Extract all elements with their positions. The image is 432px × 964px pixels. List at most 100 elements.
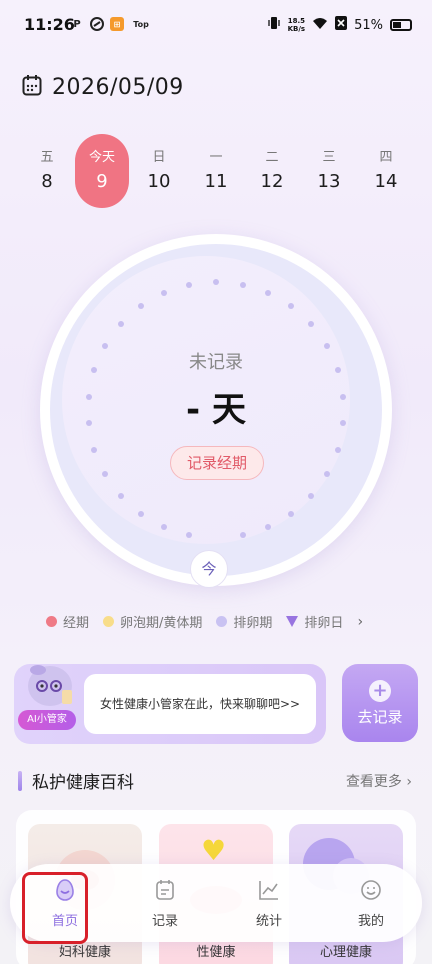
- battery-percent: 51%: [354, 17, 383, 33]
- net-speed-value: 18.5: [287, 17, 305, 25]
- ai-badge: AI小管家: [18, 710, 76, 730]
- cycle-day-dot: [239, 532, 246, 539]
- cycle-day-dot: [186, 532, 193, 539]
- nav-stats[interactable]: 统计: [232, 874, 306, 936]
- week-day-12[interactable]: 二 12: [245, 134, 299, 208]
- day-number: 13: [317, 171, 341, 192]
- week-day-10[interactable]: 日 10: [132, 134, 186, 208]
- ai-message[interactable]: 女性健康小管家在此，快来聊聊吧>>: [84, 674, 316, 734]
- cycle-day-dot: [117, 492, 124, 499]
- date-header[interactable]: 2026/05/09: [22, 74, 184, 100]
- cycle-day-dot: [117, 321, 124, 328]
- day-number: 12: [260, 171, 284, 192]
- weekday-label: 五: [40, 150, 54, 165]
- chevron-right-icon: ›: [357, 613, 364, 630]
- weekday-label: 一: [209, 150, 223, 165]
- week-day-today[interactable]: 今天 9: [75, 134, 129, 208]
- chevron-right-icon: ›: [406, 774, 412, 790]
- cycle-day-dot: [308, 321, 315, 328]
- calendar-note-icon: [153, 878, 177, 902]
- cycle-day-dot: [137, 303, 144, 310]
- wiki-card-label: 性健康: [196, 945, 236, 960]
- week-day-13[interactable]: 三 13: [302, 134, 356, 208]
- nav-record[interactable]: 记录: [128, 874, 202, 936]
- day-number: 8: [41, 171, 53, 192]
- weekday-label: 今天: [88, 150, 115, 165]
- cycle-day-dot: [334, 446, 341, 453]
- cycle-status: 未记录: [189, 352, 243, 373]
- week-strip: 五 8 今天 9 日 10 一 11 二 12 三 13 四 14: [18, 134, 414, 208]
- sim-blocked-icon: [335, 16, 348, 34]
- chart-icon: [257, 878, 281, 902]
- cycle-day-dot: [91, 446, 98, 453]
- period-dot-icon: [46, 616, 57, 627]
- status-right: 18.5 KB/s 51%: [267, 16, 412, 34]
- net-speed-unit: KB/s: [287, 25, 306, 33]
- cycle-ring: 未记录 - 天 记录经期 今: [40, 234, 392, 588]
- ovulation-dot-icon: [216, 616, 228, 627]
- nav-profile[interactable]: 我的: [334, 874, 408, 936]
- legend-follicular-luteal: 卵泡期/黄体期: [103, 612, 202, 631]
- legend-label: 卵泡期/黄体期: [120, 616, 203, 631]
- plus-icon: +: [369, 680, 391, 702]
- view-more-link[interactable]: 查看更多 ›: [346, 771, 412, 791]
- phase-legend[interactable]: 经期 卵泡期/黄体期 排卵期 排卵日 ›: [46, 612, 363, 631]
- weekday-label: 日: [152, 150, 166, 165]
- heart-icon: ♥: [201, 834, 227, 867]
- wiki-section-header: 私护健康百科 查看更多 ›: [18, 768, 416, 794]
- week-day-8[interactable]: 五 8: [20, 134, 74, 208]
- wifi-icon: [312, 17, 328, 34]
- cycle-day-dot: [137, 510, 144, 517]
- go-record-button[interactable]: + 去记录: [342, 664, 418, 742]
- cycle-day-dot: [213, 279, 219, 285]
- battery-icon: [390, 19, 412, 31]
- legend-label: 排卵日: [304, 616, 344, 631]
- mascot-icon: [22, 656, 78, 716]
- vibrate-icon: [267, 16, 281, 34]
- cycle-day-dot: [323, 471, 330, 477]
- cycle-day-dot: [239, 281, 246, 288]
- cycle-day-dot: [308, 492, 315, 499]
- weekday-label: 二: [265, 150, 279, 165]
- legend-period: 经期: [46, 612, 89, 631]
- calendar-icon: [22, 74, 42, 100]
- status-left-icons: P ⊞ Top: [70, 17, 152, 31]
- section-accent-bar: [18, 771, 22, 791]
- legend-label: 排卵期: [233, 616, 273, 631]
- ai-assistant-card[interactable]: AI小管家 女性健康小管家在此，快来聊聊吧>>: [14, 664, 326, 744]
- net-speed: 18.5 KB/s: [288, 17, 305, 33]
- current-date: 2026/05/09: [52, 74, 184, 100]
- wiki-card-label: 心理健康: [319, 945, 372, 960]
- nav-label: 我的: [357, 914, 384, 929]
- day-number: 11: [204, 171, 228, 192]
- go-record-label: 去记录: [357, 708, 403, 726]
- week-day-11[interactable]: 一 11: [189, 134, 243, 208]
- today-marker: 今: [190, 550, 228, 588]
- cycle-day-dot: [288, 303, 295, 310]
- day-number: 10: [147, 171, 171, 192]
- legend-label: 经期: [63, 616, 90, 631]
- legend-ovulation-day: 排卵日: [286, 612, 343, 631]
- nav-label: 统计: [255, 914, 282, 929]
- link-app-icon: [90, 17, 104, 31]
- cycle-day-dot: [186, 281, 193, 288]
- section-title: 私护健康百科: [32, 773, 134, 793]
- top-app-icon: Top: [133, 19, 149, 29]
- status-bar: 11:26 P ⊞ Top 18.5 KB/s 51%: [0, 0, 432, 50]
- cycle-day-dot: [288, 510, 295, 517]
- cycle-day-dot: [160, 523, 167, 530]
- cycle-day-dot: [265, 290, 272, 297]
- day-number: 9: [96, 171, 108, 192]
- status-time: 11:26: [24, 15, 75, 34]
- record-period-button[interactable]: 记录经期: [170, 446, 264, 480]
- smile-face-icon: [359, 878, 383, 902]
- legend-ovulation-phase: 排卵期: [216, 612, 272, 631]
- cycle-day-dot: [160, 290, 167, 297]
- cycle-days: - 天: [186, 390, 246, 430]
- pentagon-icon: [286, 616, 299, 627]
- weekday-label: 四: [379, 150, 393, 165]
- weekday-label: 三: [322, 150, 336, 165]
- parking-icon: P: [73, 18, 81, 30]
- week-day-14[interactable]: 四 14: [359, 134, 413, 208]
- cycle-day-dot: [265, 523, 272, 530]
